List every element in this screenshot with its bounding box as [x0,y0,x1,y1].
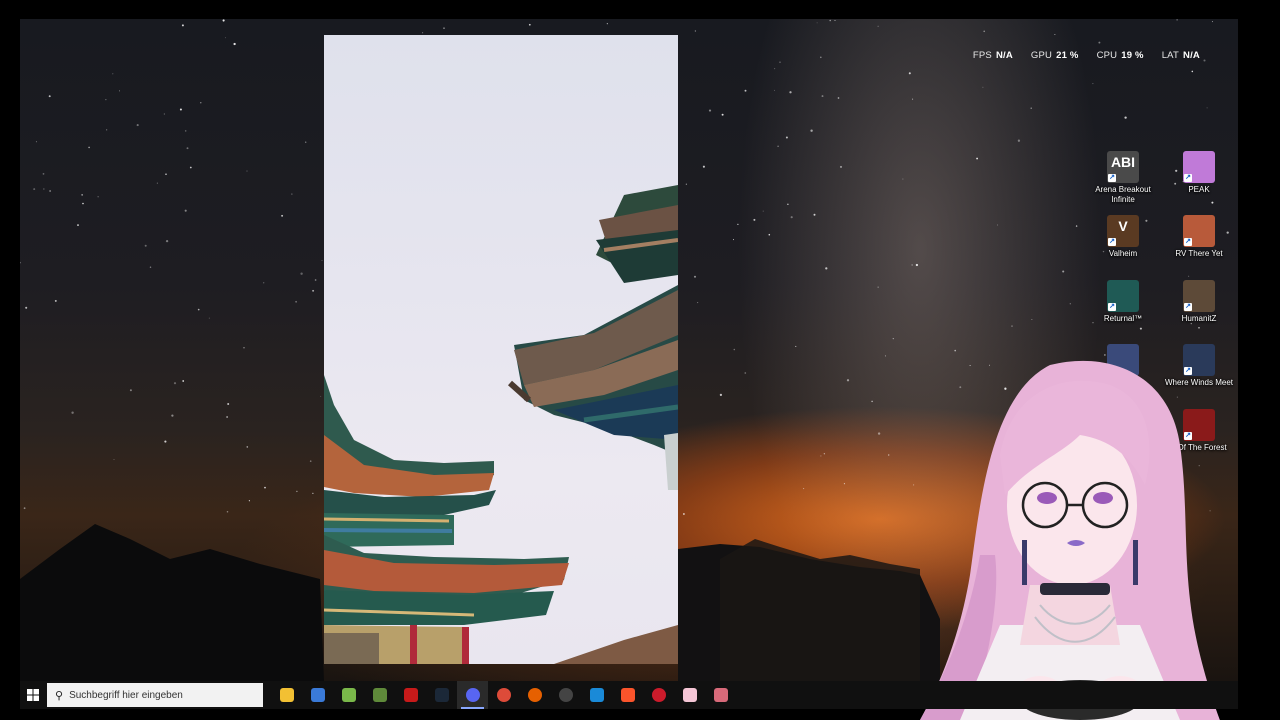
chrome-icon [496,688,511,702]
minecraft-launcher-icon [372,688,387,702]
shortcut-arrow-icon: ↗ [1184,174,1192,182]
pink-app-icon [682,688,697,702]
taskbar-app-firefox[interactable] [519,681,550,709]
android-app-icon [341,688,356,702]
humanitz-icon: ↗ [1183,280,1215,312]
start-button[interactable] [21,681,45,709]
performance-overlay: FPS N/A GPU 21 % CPU 19 % LAT N/A [973,50,1200,61]
taskbar: ⚲ Suchbegriff hier eingeben [20,681,1238,709]
perf-stat-label: LAT [1161,50,1180,61]
desktop-shortcut[interactable]: ↗ RV There Yet [1163,215,1235,259]
shortcut-arrow-icon: ↗ [1108,238,1116,246]
icon-badge-text: V [1118,218,1128,234]
shortcut-arrow-icon: ↗ [1108,303,1116,311]
desktop-shortcut-label: Valheim [1108,249,1138,258]
perf-stat-value: N/A [995,50,1013,61]
speedometer-icon [558,688,573,702]
perf-stat-label: FPS [972,50,992,61]
taskbar-app-minecraft-launcher[interactable] [364,681,395,709]
perf-stat-value: 21 % [1056,50,1079,61]
taskbar-app-sync-app[interactable] [581,681,612,709]
extra-app-icon [713,688,728,702]
file-explorer-icon [279,688,294,702]
discord-icon [465,688,480,702]
store-icon [310,688,325,702]
left-lower-roofs [324,375,569,664]
taskbar-app-discord[interactable] [457,681,488,709]
taskbar-pinned-apps [271,681,736,709]
perf-stat-cpu: CPU 19 % [1097,50,1144,61]
desktop-shortcut[interactable]: V ↗ Valheim [1087,215,1159,259]
game-app-icon [403,688,418,702]
desktop-shortcut-label: Returnal™ [1103,314,1143,323]
desktop-shortcut-label: HumanitZ [1181,314,1217,323]
desktop-shortcut[interactable]: ↗ HumanitZ [1163,280,1235,324]
opera-icon [651,688,666,702]
vtuber-avatar [920,360,1220,720]
valheim-icon: V ↗ [1107,215,1139,247]
peak-icon: ↗ [1183,151,1215,183]
taskbar-app-opera[interactable] [643,681,674,709]
shortcut-arrow-icon: ↗ [1184,238,1192,246]
taskbar-app-game-app[interactable] [395,681,426,709]
taskbar-search-box[interactable]: ⚲ Suchbegriff hier eingeben [47,683,263,707]
perf-stat-value: 19 % [1121,50,1144,61]
photo-viewer-image[interactable] [324,35,678,664]
taskbar-app-chrome[interactable] [488,681,519,709]
lower-right-roof [554,433,678,664]
taskbar-app-pink-app[interactable] [674,681,705,709]
perf-stat-gpu: GPU 21 % [1031,50,1079,61]
upper-right-roof [596,185,678,283]
desktop-shortcut[interactable]: ABI ↗ Arena Breakout Infinite [1087,151,1159,205]
icon-badge-text: ABI [1110,154,1136,170]
desktop-shortcut[interactable]: ↗ PEAK [1163,151,1235,195]
perf-stat-lat: LAT N/A [1162,50,1200,61]
taskbar-app-extra-app[interactable] [705,681,736,709]
desktop-shortcut-label: Arena Breakout Infinite [1095,185,1151,204]
sync-app-icon [589,688,604,702]
pagoda-roofs-photo [324,185,678,664]
middle-right-roof [507,285,678,455]
search-icon: ⚲ [55,689,64,702]
perf-stat-label: GPU [1030,50,1053,61]
shortcut-arrow-icon: ↗ [1184,303,1192,311]
taskbar-app-file-explorer[interactable] [271,681,302,709]
perf-stat-fps: FPS N/A [973,50,1013,61]
desktop-shortcut[interactable]: ↗ Returnal™ [1087,280,1159,324]
taskbar-app-store[interactable] [302,681,333,709]
brave-icon [620,688,635,702]
desktop-shortcut-label: PEAK [1188,185,1210,194]
taskbar-app-brave[interactable] [612,681,643,709]
rv-there-yet-icon: ↗ [1183,215,1215,247]
taskbar-app-speedometer[interactable] [550,681,581,709]
taskbar-app-android-app[interactable] [333,681,364,709]
arena-breakout-icon: ABI ↗ [1107,151,1139,183]
perf-stat-label: CPU [1096,50,1118,61]
search-placeholder: Suchbegriff hier eingeben [69,689,183,701]
perf-stat-value: N/A [1183,50,1200,61]
taskbar-app-steam[interactable] [426,681,457,709]
returnal-icon: ↗ [1107,280,1139,312]
shortcut-arrow-icon: ↗ [1108,174,1116,182]
firefox-icon [527,688,542,702]
desktop-shortcut-label: RV There Yet [1175,249,1223,258]
windows-logo-icon [27,689,39,701]
steam-icon [434,688,449,702]
